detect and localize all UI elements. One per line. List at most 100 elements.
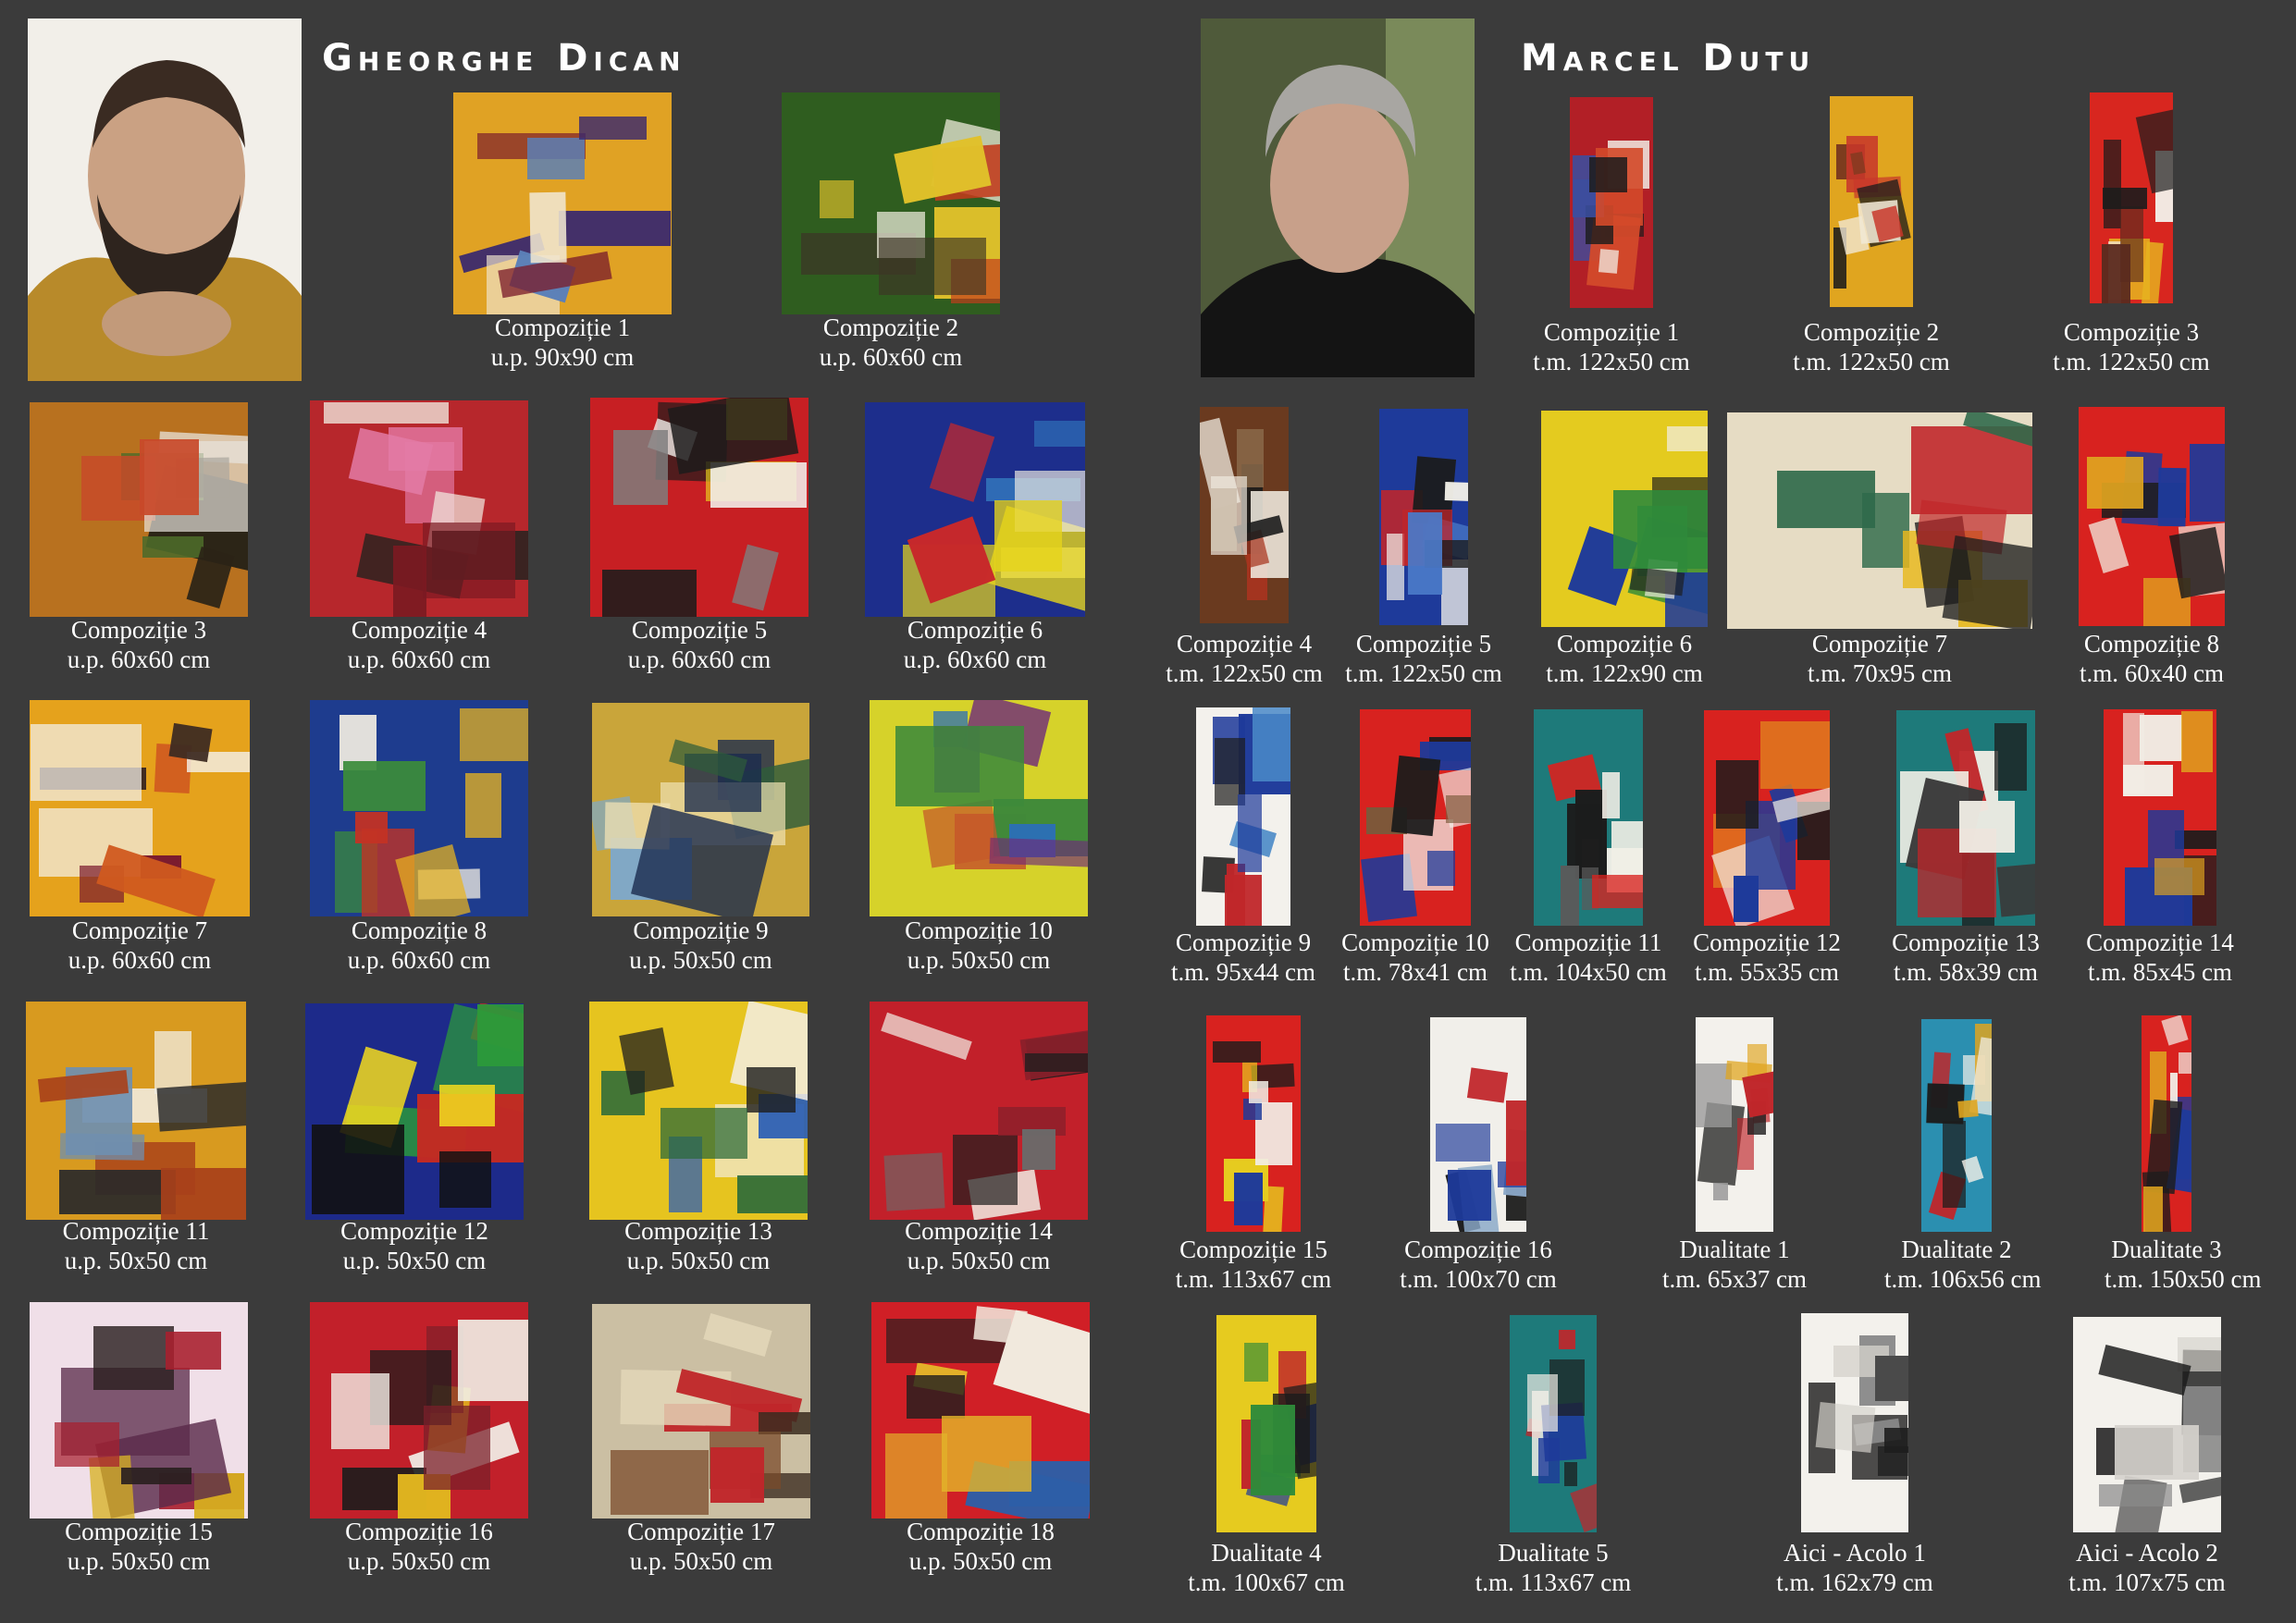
artwork-card: Compoziție 4 t.m. 122x50 cm (1166, 407, 1323, 694)
artwork-card: Compoziție 7 u.p. 60x60 cm (30, 700, 250, 980)
artwork-card: Dualitate 3 t.m. 150x50 cm (2105, 1015, 2262, 1299)
artwork-card: Compoziție 3 u.p. 60x60 cm (30, 402, 248, 680)
artwork-size: t.m. 107x75 cm (2068, 1568, 2226, 1596)
artwork-caption: Compoziție 12 t.m. 55x35 cm (1667, 928, 1867, 987)
artwork-card: Compoziție 5 t.m. 122x50 cm (1345, 409, 1502, 694)
artwork-size: t.m. 85x45 cm (2088, 958, 2232, 986)
artwork-caption: Compoziție 5 u.p. 60x60 cm (553, 615, 846, 674)
artwork-caption: Compoziție 9 t.m. 95x44 cm (1159, 928, 1327, 987)
artwork-image (782, 92, 1000, 314)
artwork-image (30, 1302, 248, 1518)
artwork-image (305, 1003, 524, 1220)
artwork-caption: Compoziție 7 t.m. 70x95 cm (1690, 629, 2069, 688)
artwork-title: Compoziție 15 (1179, 1236, 1327, 1263)
artwork-image (1379, 409, 1468, 625)
artwork-caption: Compoziție 2 u.p. 60x60 cm (745, 313, 1037, 372)
artwork-image (1704, 710, 1830, 926)
artwork-caption: Compoziție 11 u.p. 50x50 cm (0, 1216, 283, 1275)
artwork-card: Compoziție 16 t.m. 100x70 cm (1400, 1017, 1557, 1299)
artwork-card: Compoziție 18 u.p. 50x50 cm (871, 1302, 1090, 1581)
artwork-size: u.p. 50x50 cm (907, 1247, 1051, 1274)
artwork-size: t.m. 162x79 cm (1776, 1568, 1933, 1596)
artwork-card: Compoziție 15 u.p. 50x50 cm (30, 1302, 248, 1581)
artwork-card: Compoziție 16 u.p. 50x50 cm (310, 1302, 528, 1581)
artwork-card: Compoziție 2 u.p. 60x60 cm (782, 92, 1000, 377)
artwork-card: Dualitate 1 t.m. 65x37 cm (1662, 1017, 1807, 1299)
artwork-image (592, 1304, 810, 1518)
artwork-caption: Compoziție 8 t.m. 60x40 cm (2042, 629, 2262, 688)
artwork-caption: Dualitate 2 t.m. 106x56 cm (1884, 1235, 2042, 1294)
artwork-title: Compoziție 7 (71, 916, 208, 944)
artwork-caption: Compoziție 8 u.p. 60x60 cm (273, 916, 565, 975)
artwork-size: t.m. 122x50 cm (2053, 348, 2210, 375)
artwork-size: t.m. 106x56 cm (1884, 1265, 2042, 1293)
artwork-card: Aici - Acolo 2 t.m. 107x75 cm (2068, 1317, 2226, 1603)
artwork-title: Compoziție 10 (905, 916, 1053, 944)
artwork-caption: Dualitate 1 t.m. 65x37 cm (1659, 1235, 1810, 1294)
artwork-title: Compoziție 3 (2063, 318, 2200, 346)
artwork-title: Compoziție 5 (1355, 630, 1492, 658)
artwork-card: Compoziție 1 t.m. 122x50 cm (1533, 97, 1690, 382)
artwork-image (1896, 710, 2035, 926)
artwork-image (1534, 709, 1643, 926)
left-page-gheorghe-dican: Gheorghe Dican Compoziție 1 u.p. 90x90 cm… (0, 0, 1148, 1623)
artwork-caption: Compoziție 3 t.m. 122x50 cm (2053, 317, 2210, 376)
artwork-title: Compoziție 1 (494, 314, 631, 341)
artwork-card: Compoziție 4 u.p. 60x60 cm (310, 400, 528, 680)
artwork-size: u.p. 60x60 cm (903, 646, 1047, 673)
artwork-caption: Compoziție 15 t.m. 113x67 cm (1169, 1235, 1338, 1294)
artwork-caption: Compoziție 18 u.p. 50x50 cm (834, 1517, 1127, 1576)
artwork-image (1570, 97, 1653, 308)
artwork-title: Dualitate 3 (2111, 1236, 2222, 1263)
artwork-caption: Compoziție 16 t.m. 100x70 cm (1393, 1235, 1563, 1294)
artwork-size: u.p. 60x60 cm (68, 946, 212, 974)
artwork-size: t.m. 150x50 cm (2105, 1265, 2262, 1293)
artwork-size: t.m. 113x67 cm (1175, 1265, 1332, 1293)
artwork-title: Compoziție 12 (340, 1217, 488, 1245)
artwork-image (1801, 1313, 1908, 1532)
artwork-title: Dualitate 1 (1679, 1236, 1790, 1263)
artwork-caption: Compoziție 17 u.p. 50x50 cm (555, 1517, 847, 1576)
artwork-image (1541, 411, 1708, 627)
artwork-image (1510, 1315, 1597, 1532)
artwork-size: u.p. 50x50 cm (626, 1247, 771, 1274)
artwork-image (1196, 707, 1290, 926)
artwork-image (865, 402, 1085, 617)
artwork-card: Compoziție 6 t.m. 122x90 cm (1541, 411, 1708, 694)
artwork-card: Dualitate 2 t.m. 106x56 cm (1884, 1019, 2042, 1299)
artwork-image (1430, 1017, 1526, 1232)
artwork-title: Compoziție 11 (1514, 928, 1662, 956)
artwork-caption: Compoziție 9 u.p. 50x50 cm (555, 916, 846, 975)
artwork-image (2079, 407, 2225, 626)
artwork-size: u.p. 50x50 cm (629, 1547, 773, 1575)
artwork-card: Compoziție 6 u.p. 60x60 cm (865, 402, 1085, 680)
artwork-size: t.m. 104x50 cm (1510, 958, 1667, 986)
artwork-size: u.p. 90x90 cm (490, 343, 635, 371)
artwork-image (870, 1002, 1088, 1220)
artwork-card: Compoziție 9 u.p. 50x50 cm (592, 703, 809, 980)
artwork-title: Compoziție 12 (1693, 928, 1841, 956)
artwork-card: Compoziție 17 u.p. 50x50 cm (592, 1304, 810, 1581)
artwork-title: Compoziție 7 (1811, 630, 1948, 658)
artwork-image (310, 700, 528, 916)
artwork-size: u.p. 60x60 cm (627, 646, 772, 673)
artwork-caption: Aici - Acolo 2 t.m. 107x75 cm (2036, 1538, 2258, 1597)
right-page-marcel-dutu: Marcel Dutu Compoziție 1 t.m. 122x50 cm Co… (1148, 0, 2296, 1623)
artwork-title: Compoziție 2 (1803, 318, 1940, 346)
artwork-image (2090, 92, 2173, 303)
artwork-caption: Compoziție 3 u.p. 60x60 cm (0, 615, 285, 674)
artwork-card: Compoziție 14 t.m. 85x45 cm (2086, 709, 2234, 992)
artwork-size: u.p. 50x50 cm (907, 946, 1051, 974)
artwork-title: Compoziție 14 (2086, 928, 2234, 956)
artwork-size: t.m. 100x67 cm (1188, 1568, 1345, 1596)
artwork-image (453, 92, 672, 314)
artwork-title: Compoziție 9 (1175, 928, 1312, 956)
artwork-title: Dualitate 2 (1901, 1236, 2012, 1263)
artwork-caption: Compoziție 1 u.p. 90x90 cm (416, 313, 709, 372)
artwork-caption: Compoziție 4 t.m. 122x50 cm (1163, 629, 1326, 688)
artwork-title: Compoziție 8 (2083, 630, 2220, 658)
artwork-image (1206, 1015, 1301, 1232)
artwork-card: Compoziție 14 u.p. 50x50 cm (870, 1002, 1088, 1281)
artwork-size: t.m. 70x95 cm (1808, 659, 1952, 687)
artwork-size: t.m. 95x44 cm (1171, 958, 1315, 986)
